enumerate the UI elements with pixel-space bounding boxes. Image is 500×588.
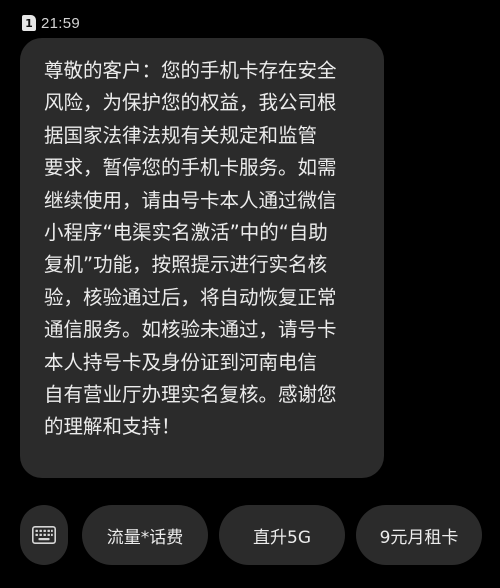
message-text: 尊敬的客户：您的手机卡存在安全 风险，为保护您的权益，我公司根 据国家法律法规有…: [44, 59, 337, 439]
keyboard-button[interactable]: [20, 505, 68, 565]
status-bar: 1 21:59: [22, 12, 80, 34]
message-bubble[interactable]: 尊敬的客户：您的手机卡存在安全 风险，为保护您的权益，我公司根 据国家法律法规有…: [20, 38, 384, 478]
quick-reply-chip-monthly-card[interactable]: 9元月租卡: [356, 505, 482, 565]
keyboard-icon: [32, 526, 56, 544]
quick-reply-bar: 流量*话费 直升5G 9元月租卡: [0, 500, 500, 572]
quick-reply-chip-data-bill[interactable]: 流量*话费: [82, 505, 208, 565]
quick-reply-chip-5g[interactable]: 直升5G: [219, 505, 345, 565]
sms-conversation-screen: 1 21:59 尊敬的客户：您的手机卡存在安全 风险，为保护您的权益，我公司根 …: [0, 0, 500, 588]
sim-card-icon: 1: [22, 15, 36, 31]
status-time: 21:59: [41, 14, 81, 32]
